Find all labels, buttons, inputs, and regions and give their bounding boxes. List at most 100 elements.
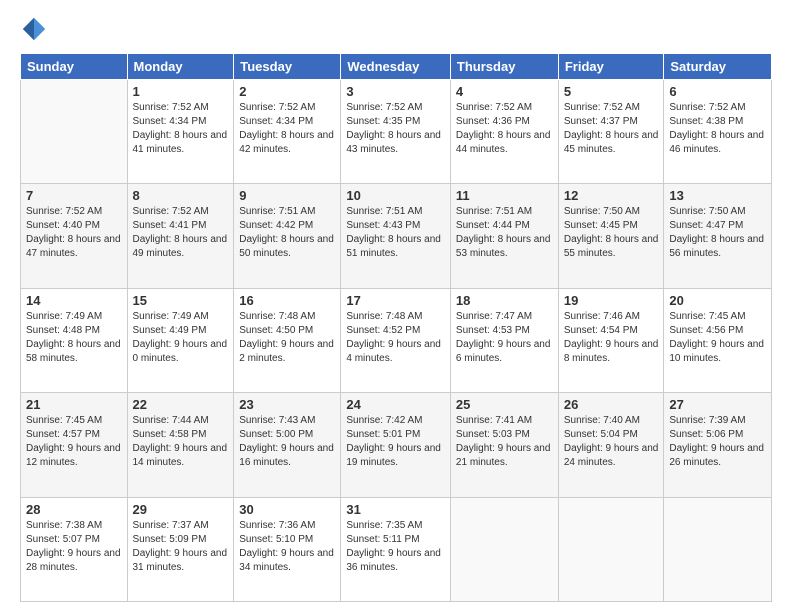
day-info: Sunrise: 7:51 AMSunset: 4:43 PMDaylight:… <box>346 205 445 261</box>
calendar-row: 14 Sunrise: 7:49 AMSunset: 4:48 PMDayligh… <box>21 288 772 392</box>
day-number: 9 <box>239 188 335 203</box>
day-number: 13 <box>669 188 766 203</box>
weekday-header: Monday <box>127 54 234 80</box>
weekday-header: Thursday <box>450 54 558 80</box>
calendar-cell: 22 Sunrise: 7:44 AMSunset: 4:58 PMDayligh… <box>127 393 234 497</box>
weekday-header: Sunday <box>21 54 128 80</box>
day-number: 29 <box>133 502 229 517</box>
day-info: Sunrise: 7:39 AMSunset: 5:06 PMDaylight:… <box>669 414 766 470</box>
day-number: 6 <box>669 84 766 99</box>
calendar-cell: 6 Sunrise: 7:52 AMSunset: 4:38 PMDaylight… <box>664 80 772 184</box>
calendar-cell: 2 Sunrise: 7:52 AMSunset: 4:34 PMDaylight… <box>234 80 341 184</box>
weekday-header: Friday <box>558 54 664 80</box>
day-number: 21 <box>26 397 122 412</box>
day-info: Sunrise: 7:37 AMSunset: 5:09 PMDaylight:… <box>133 519 229 575</box>
day-number: 17 <box>346 293 445 308</box>
header <box>20 15 772 43</box>
day-info: Sunrise: 7:52 AMSunset: 4:38 PMDaylight:… <box>669 101 766 157</box>
day-info: Sunrise: 7:47 AMSunset: 4:53 PMDaylight:… <box>456 310 553 366</box>
calendar-cell: 15Sunrise: 7:49 AMSunset: 4:49 PMDayligh… <box>127 288 234 392</box>
calendar-cell: 16 Sunrise: 7:48 AMSunset: 4:50 PMDayligh… <box>234 288 341 392</box>
day-number: 14 <box>26 293 122 308</box>
day-info: Sunrise: 7:52 AMSunset: 4:34 PMDaylight:… <box>133 101 229 157</box>
calendar-cell: 1 Sunrise: 7:52 AMSunset: 4:34 PMDaylight… <box>127 80 234 184</box>
day-number: 16 <box>239 293 335 308</box>
day-info: Sunrise: 7:45 AMSunset: 4:56 PMDaylight:… <box>669 310 766 366</box>
day-info: Sunrise: 7:46 AMSunset: 4:54 PMDaylight:… <box>564 310 659 366</box>
day-info: Sunrise: 7:52 AMSunset: 4:34 PMDaylight:… <box>239 101 335 157</box>
calendar-cell: 5 Sunrise: 7:52 AMSunset: 4:37 PMDaylight… <box>558 80 664 184</box>
calendar-cell: 3 Sunrise: 7:52 AMSunset: 4:35 PMDaylight… <box>341 80 451 184</box>
page: SundayMondayTuesdayWednesdayThursdayFrid… <box>0 0 792 612</box>
day-info: Sunrise: 7:51 AMSunset: 4:42 PMDaylight:… <box>239 205 335 261</box>
calendar-cell: 27 Sunrise: 7:39 AMSunset: 5:06 PMDayligh… <box>664 393 772 497</box>
day-info: Sunrise: 7:36 AMSunset: 5:10 PMDaylight:… <box>239 519 335 575</box>
day-info: Sunrise: 7:50 AMSunset: 4:45 PMDaylight:… <box>564 205 659 261</box>
calendar-cell: 31 Sunrise: 7:35 AMSunset: 5:11 PMDayligh… <box>341 497 451 601</box>
calendar-cell: 30 Sunrise: 7:36 AMSunset: 5:10 PMDayligh… <box>234 497 341 601</box>
day-number: 23 <box>239 397 335 412</box>
day-info: Sunrise: 7:52 AMSunset: 4:35 PMDaylight:… <box>346 101 445 157</box>
day-info: Sunrise: 7:48 AMSunset: 4:50 PMDaylight:… <box>239 310 335 366</box>
day-info: Sunrise: 7:52 AMSunset: 4:40 PMDaylight:… <box>26 205 122 261</box>
day-info: Sunrise: 7:44 AMSunset: 4:58 PMDaylight:… <box>133 414 229 470</box>
day-number: 10 <box>346 188 445 203</box>
calendar-cell: 12 Sunrise: 7:50 AMSunset: 4:45 PMDayligh… <box>558 184 664 288</box>
day-number: 8 <box>133 188 229 203</box>
weekday-header-row: SundayMondayTuesdayWednesdayThursdayFrid… <box>21 54 772 80</box>
weekday-header: Wednesday <box>341 54 451 80</box>
day-info: Sunrise: 7:45 AMSunset: 4:57 PMDaylight:… <box>26 414 122 470</box>
calendar-cell <box>558 497 664 601</box>
calendar-cell: 24Sunrise: 7:42 AMSunset: 5:01 PMDayligh… <box>341 393 451 497</box>
day-info: Sunrise: 7:49 AMSunset: 4:48 PMDaylight:… <box>26 310 122 366</box>
day-number: 19 <box>564 293 659 308</box>
day-info: Sunrise: 7:52 AMSunset: 4:41 PMDaylight:… <box>133 205 229 261</box>
calendar-cell: 21 Sunrise: 7:45 AMSunset: 4:57 PMDayligh… <box>21 393 128 497</box>
calendar-cell: 29 Sunrise: 7:37 AMSunset: 5:09 PMDayligh… <box>127 497 234 601</box>
day-number: 4 <box>456 84 553 99</box>
day-number: 25 <box>456 397 553 412</box>
weekday-header: Tuesday <box>234 54 341 80</box>
calendar-cell: 26Sunrise: 7:40 AMSunset: 5:04 PMDayligh… <box>558 393 664 497</box>
weekday-header: Saturday <box>664 54 772 80</box>
day-info: Sunrise: 7:41 AMSunset: 5:03 PMDaylight:… <box>456 414 553 470</box>
logo-icon <box>20 15 48 43</box>
day-number: 20 <box>669 293 766 308</box>
day-number: 22 <box>133 397 229 412</box>
day-info: Sunrise: 7:38 AMSunset: 5:07 PMDaylight:… <box>26 519 122 575</box>
calendar-cell: 18 Sunrise: 7:47 AMSunset: 4:53 PMDayligh… <box>450 288 558 392</box>
calendar-cell: 25 Sunrise: 7:41 AMSunset: 5:03 PMDayligh… <box>450 393 558 497</box>
day-number: 12 <box>564 188 659 203</box>
calendar: SundayMondayTuesdayWednesdayThursdayFrid… <box>20 53 772 602</box>
day-number: 1 <box>133 84 229 99</box>
day-number: 30 <box>239 502 335 517</box>
calendar-cell <box>21 80 128 184</box>
calendar-row: 1 Sunrise: 7:52 AMSunset: 4:34 PMDaylight… <box>21 80 772 184</box>
calendar-row: 21 Sunrise: 7:45 AMSunset: 4:57 PMDayligh… <box>21 393 772 497</box>
day-number: 3 <box>346 84 445 99</box>
day-info: Sunrise: 7:51 AMSunset: 4:44 PMDaylight:… <box>456 205 553 261</box>
day-info: Sunrise: 7:50 AMSunset: 4:47 PMDaylight:… <box>669 205 766 261</box>
calendar-cell <box>450 497 558 601</box>
day-number: 15 <box>133 293 229 308</box>
calendar-cell: 4Sunrise: 7:52 AMSunset: 4:36 PMDaylight… <box>450 80 558 184</box>
calendar-cell: 14 Sunrise: 7:49 AMSunset: 4:48 PMDayligh… <box>21 288 128 392</box>
calendar-cell <box>664 497 772 601</box>
day-number: 27 <box>669 397 766 412</box>
day-number: 18 <box>456 293 553 308</box>
calendar-row: 28Sunrise: 7:38 AMSunset: 5:07 PMDayligh… <box>21 497 772 601</box>
calendar-cell: 7Sunrise: 7:52 AMSunset: 4:40 PMDaylight… <box>21 184 128 288</box>
day-info: Sunrise: 7:48 AMSunset: 4:52 PMDaylight:… <box>346 310 445 366</box>
day-number: 31 <box>346 502 445 517</box>
calendar-cell: 13 Sunrise: 7:50 AMSunset: 4:47 PMDayligh… <box>664 184 772 288</box>
day-number: 2 <box>239 84 335 99</box>
calendar-cell: 23 Sunrise: 7:43 AMSunset: 5:00 PMDayligh… <box>234 393 341 497</box>
day-number: 5 <box>564 84 659 99</box>
day-info: Sunrise: 7:43 AMSunset: 5:00 PMDaylight:… <box>239 414 335 470</box>
calendar-cell: 19 Sunrise: 7:46 AMSunset: 4:54 PMDayligh… <box>558 288 664 392</box>
calendar-cell: 10 Sunrise: 7:51 AMSunset: 4:43 PMDayligh… <box>341 184 451 288</box>
day-info: Sunrise: 7:52 AMSunset: 4:37 PMDaylight:… <box>564 101 659 157</box>
day-info: Sunrise: 7:35 AMSunset: 5:11 PMDaylight:… <box>346 519 445 575</box>
day-info: Sunrise: 7:42 AMSunset: 5:01 PMDaylight:… <box>346 414 445 470</box>
calendar-cell: 8 Sunrise: 7:52 AMSunset: 4:41 PMDaylight… <box>127 184 234 288</box>
